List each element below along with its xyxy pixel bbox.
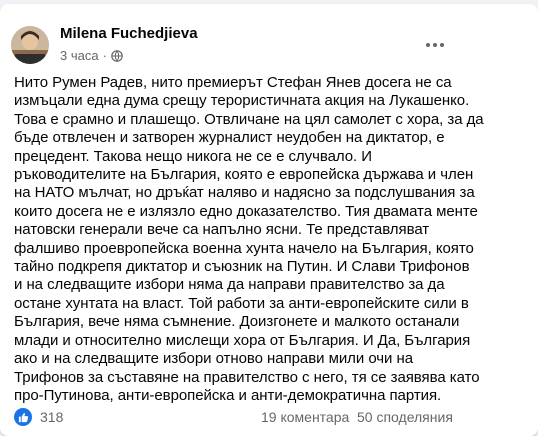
post-card: Milena Fuchedjieva 3 часа · Нито Румен Р… [0, 4, 538, 436]
author-avatar[interactable] [11, 26, 49, 64]
meta-separator: · [102, 48, 107, 63]
reaction-count[interactable]: 318 [40, 409, 63, 425]
shares-count[interactable]: 50 споделяния [357, 409, 453, 425]
more-horizontal-icon[interactable] [420, 35, 450, 55]
like-icon[interactable] [14, 408, 32, 426]
post-footer: 318 19 коментара 50 споделяния [14, 408, 538, 428]
post-time[interactable]: 3 часа [60, 48, 99, 63]
comments-count[interactable]: 19 коментара [261, 409, 349, 425]
post-text: Нито Румен Радев, нито премиерът Стефан … [14, 74, 484, 404]
author-name[interactable]: Milena Fuchedjieva [60, 25, 198, 42]
globe-icon [111, 49, 123, 62]
post-meta: 3 часа · [60, 48, 123, 63]
